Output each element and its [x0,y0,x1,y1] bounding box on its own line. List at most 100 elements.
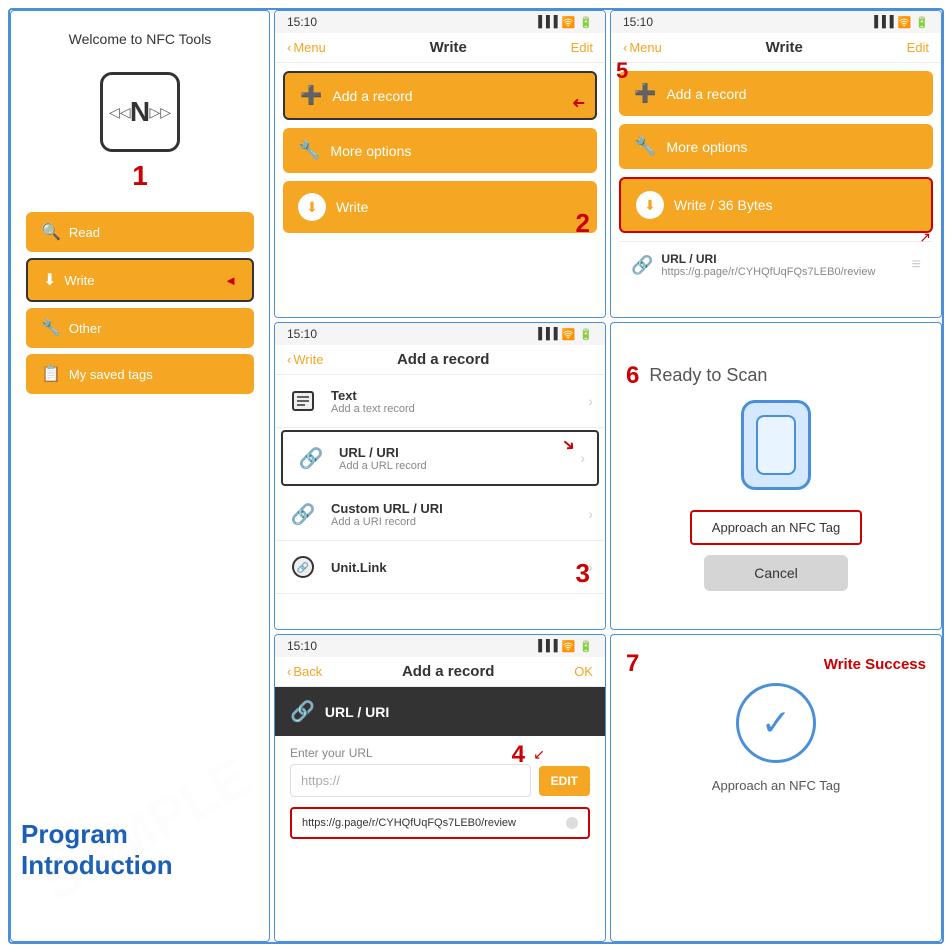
saved-tags-button[interactable]: 📋 My saved tags [26,354,254,394]
url-result-value: https://g.page/r/CYHQfUqFQs7LEB0/review [302,817,516,829]
edit-btn-5[interactable]: Edit [907,40,929,55]
custom-url-record-info: Custom URL / URI Add a URI record [331,501,576,528]
add-record-label: Add a record [332,88,412,104]
panel3-content: Text Add a text record › 🔗 URL / URI Add… [275,375,605,594]
scan-content: 6 Ready to Scan Approach an NFC Tag Canc… [611,323,941,629]
url-header: 🔗 URL / URI [275,687,605,736]
signal-icon-3: ▐▐▐ [534,328,557,340]
nav-bar-3: ‹ Write Add a record [275,345,605,375]
nav-bar-5: ‹ Menu Write Edit [611,33,941,63]
status-icons-3: ▐▐▐ 🛜 🔋 [534,328,593,341]
write-bytes-button[interactable]: ⬇ Write / 36 Bytes [619,177,933,233]
panel2-content: ➕ Add a record ➜ 🔧 More options ⬇ Write … [275,63,605,249]
step-6-number: 6 [626,362,639,390]
more-options-label-5: More options [666,139,747,155]
url-field-label: Enter your URL [290,746,590,760]
nfc-waves-left-icon: ◁◁ [109,104,131,121]
unit-link-record-item[interactable]: 🔗 Unit.Link › [275,541,605,594]
status-bar-3: 15:10 ▐▐▐ 🛜 🔋 [275,323,605,345]
add-record-label-5: Add a record [666,86,746,102]
checkmark-icon: ✓ [761,702,791,744]
wifi-icon-4: 🛜 [562,640,576,653]
url-section-title: URL / URI [325,704,389,720]
scan-header: 6 Ready to Scan [626,362,926,390]
nav-title-3: Add a record [397,351,490,368]
back-chevron-icon-3: ‹ [287,352,291,367]
add-icon: ➕ [300,85,322,106]
custom-url-icon: 🔗 [287,498,319,530]
wrench-icon: 🔧 [298,140,320,161]
back-btn-4[interactable]: ‹ Back [287,664,322,679]
wifi-icon-5: 🛜 [898,16,912,29]
url-record-title-3: URL / URI [339,445,568,460]
program-intro-text: Program Introduction [21,819,173,881]
battery-icon-5: 🔋 [915,16,929,29]
back-menu-label: Menu [293,40,326,55]
write-action-button[interactable]: ⬇ Write [283,181,597,233]
wifi-icon: 🛜 [562,16,576,29]
url-record-details: URL / URI https://g.page/r/CYHQfUqFQs7LE… [661,252,875,278]
other-button[interactable]: 🔧 Other [26,308,254,348]
status-bar-2: 15:10 ▐▐▐ 🛜 🔋 [275,11,605,33]
text-record-title: Text [331,388,576,403]
url-form: Enter your URL https:// EDIT https://g.p… [275,736,605,849]
back-menu-btn-5[interactable]: ‹ Menu [623,40,662,55]
add-icon-5: ➕ [634,83,656,104]
clear-icon[interactable] [566,817,578,829]
read-label: Read [69,225,100,240]
svg-text:🔗: 🔗 [297,561,310,574]
add-record-button[interactable]: ➕ Add a record [283,71,597,120]
panel-url-input: 15:10 ▐▐▐ 🛜 🔋 ‹ Back Add a record OK 🔗 U… [274,634,606,942]
welcome-text: Welcome to NFC Tools [69,31,212,47]
ok-btn-4[interactable]: OK [574,664,593,679]
status-time-2: 15:10 [287,15,317,29]
more-options-btn-5[interactable]: 🔧 More options [619,124,933,169]
nav-title-5: Write [766,39,803,56]
nav-title-4: Add a record [402,663,495,680]
download-icon-5: ⬇ [636,191,664,219]
add-record-btn-5[interactable]: ➕ Add a record [619,71,933,116]
url-record-row: 🔗 URL / URI https://g.page/r/CYHQfUqFQs7… [631,252,921,278]
chevron-icon-5: ≡ [912,256,921,274]
custom-link-icon-3: 🔗 [291,502,316,527]
more-options-label: More options [330,143,411,159]
nav-bar-2: ‹ Menu Write Edit [275,33,605,63]
url-prefix-field[interactable]: https:// [290,764,531,797]
step-3-number: 3 [576,558,590,589]
write-button[interactable]: ⬇ Write ◄ [26,258,254,302]
read-button[interactable]: 🔍 Read [26,212,254,252]
phone-screen-3: 15:10 ▐▐▐ 🛜 🔋 ‹ Write Add a record [275,323,605,629]
battery-icon: 🔋 [579,16,593,29]
scan-title: Ready to Scan [649,365,767,386]
write-arrow-indicator: ◄ [224,273,237,288]
text-record-item[interactable]: Text Add a text record › [275,375,605,428]
link-icon-5: 🔗 [631,255,653,276]
wrench-icon-5: 🔧 [634,136,656,157]
other-icon: 🔧 [41,318,61,338]
wifi-icon-3: 🛜 [562,328,576,341]
nav-title-2: Write [430,39,467,56]
edit-btn-2[interactable]: Edit [571,40,593,55]
approach-nfc-button[interactable]: Approach an NFC Tag [690,510,862,545]
url-record-item[interactable]: 🔗 URL / URI Add a URL record › [281,430,599,486]
back-menu-btn[interactable]: ‹ Menu [287,40,326,55]
cancel-button[interactable]: Cancel [704,555,848,591]
unit-link-icon: 🔗 [287,551,319,583]
custom-url-record-item[interactable]: 🔗 Custom URL / URI Add a URI record › [275,488,605,541]
nav-bar-4: ‹ Back Add a record OK [275,657,605,687]
write-action-label: Write [336,199,368,215]
url-record-info: URL / URI Add a URL record [339,445,568,472]
panel-add-record: 15:10 ▐▐▐ 🛜 🔋 ‹ Write Add a record [274,322,606,630]
edit-url-button[interactable]: EDIT [539,766,590,796]
status-icons-2: ▐▐▐ 🛜 🔋 [534,16,593,29]
approach-nfc-text: Approach an NFC Tag [712,778,840,793]
step-1-number: 1 [132,160,148,192]
text-record-icon [287,385,319,417]
back-write-btn[interactable]: ‹ Write [287,352,323,367]
custom-url-subtitle: Add a URI record [331,516,576,528]
arrow-add-record: ➜ [572,93,585,113]
write-action-icon: ⬇ [298,193,326,221]
battery-icon-4: 🔋 [579,640,593,653]
more-options-button[interactable]: 🔧 More options [283,128,597,173]
other-label: Other [69,321,102,336]
